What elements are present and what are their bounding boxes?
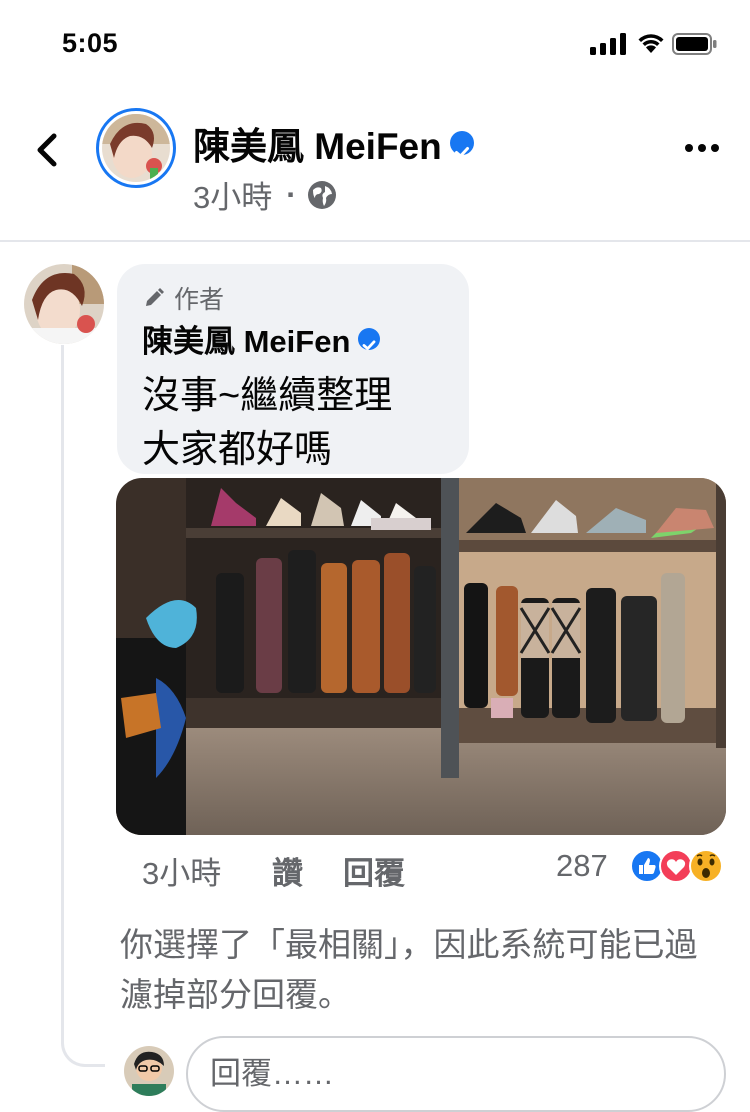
reaction-count[interactable]: 287 <box>556 848 608 884</box>
wifi-icon <box>638 34 664 53</box>
comment-text-line: 大家都好嗎 <box>142 429 333 471</box>
profile-photo <box>102 114 170 182</box>
verified-badge-icon <box>358 327 381 350</box>
reactions-summary[interactable] <box>630 848 730 884</box>
meta-separator: · <box>286 176 297 212</box>
thread-connector <box>61 345 105 1067</box>
post-time: 3小時 <box>193 180 273 215</box>
my-avatar <box>124 1046 174 1096</box>
post-meta: 3小時 · <box>193 172 337 217</box>
battery-icon <box>672 33 717 55</box>
cellular-signal-icon <box>590 33 626 55</box>
author-badge: 作者 <box>142 280 224 316</box>
verified-badge-icon <box>449 131 474 158</box>
comment-avatar[interactable] <box>24 264 104 344</box>
globe-icon <box>307 180 336 209</box>
comment-author-name: 陳美鳳 MeiFen <box>142 324 351 359</box>
status-time: 5:05 <box>62 28 119 58</box>
author-badge-label: 作者 <box>174 286 225 314</box>
back-button[interactable] <box>28 128 68 172</box>
header-avatar[interactable] <box>96 108 176 188</box>
comment-text-line: 沒事~繼續整理 <box>142 375 393 417</box>
page-title[interactable]: 陳美鳳 MeiFen <box>193 116 474 170</box>
reply-input[interactable] <box>186 1036 726 1112</box>
header-divider <box>0 240 750 242</box>
like-reaction-icon <box>630 849 664 883</box>
profile-name: 陳美鳳 MeiFen <box>193 126 442 167</box>
more-options-button[interactable] <box>684 140 720 156</box>
love-reaction-icon <box>659 849 693 883</box>
reply-button[interactable]: 回覆 <box>343 848 405 893</box>
comment-author[interactable]: 陳美鳳 MeiFen <box>142 316 381 361</box>
comment-photo[interactable] <box>116 478 726 835</box>
like-button[interactable]: 讚 <box>272 848 303 893</box>
filter-notice: 你選擇了「最相關」，因此系統可能已過濾掉部分回覆。 <box>120 926 698 1013</box>
pencil-icon <box>146 288 164 306</box>
wow-reaction-icon <box>689 849 723 883</box>
comment-time: 3小時 <box>142 856 222 891</box>
